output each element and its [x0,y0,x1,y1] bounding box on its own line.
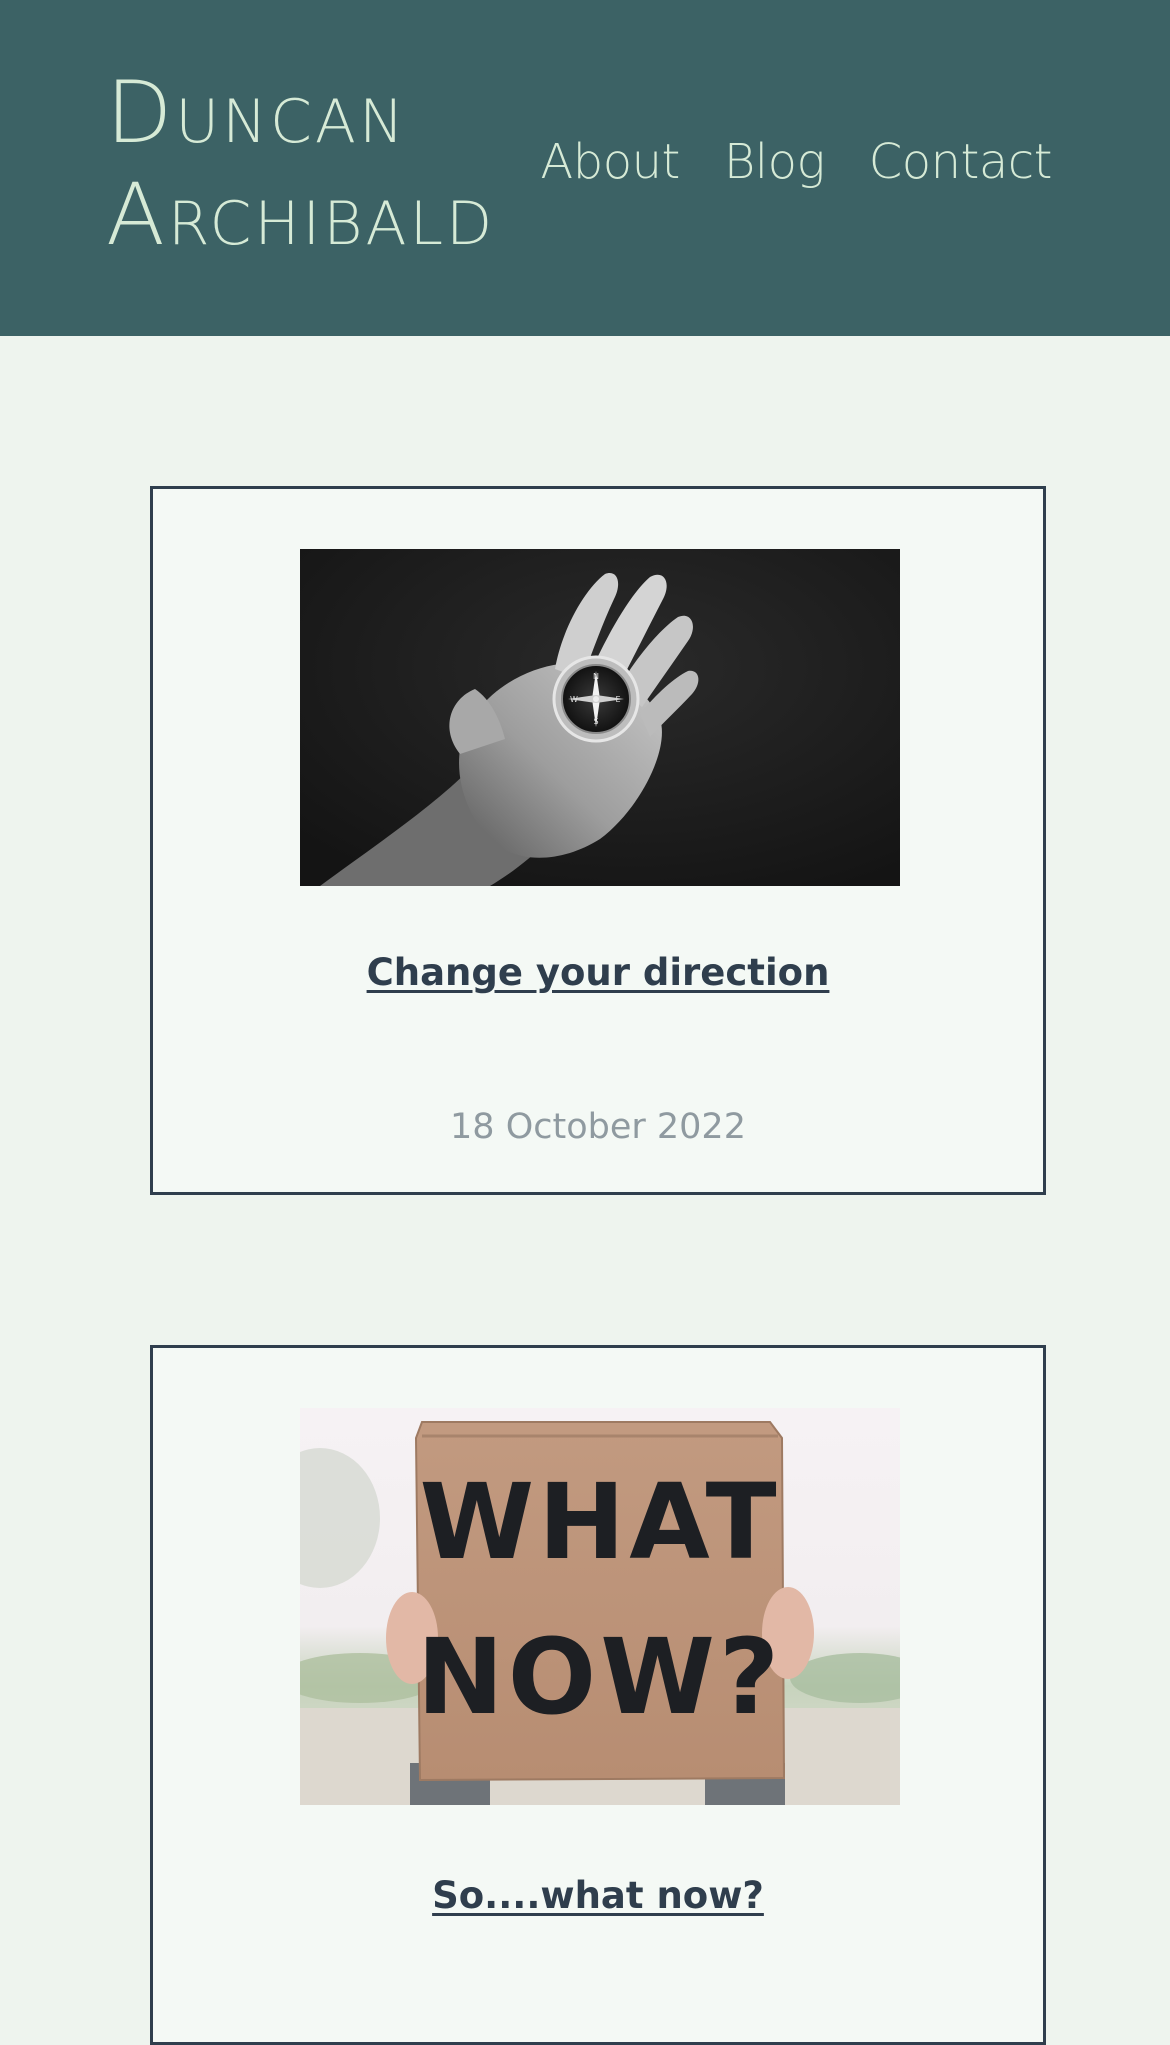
post-image-link[interactable]: N E S W [300,549,900,886]
site-header: Duncan Archibald About Blog Contact [0,0,1170,336]
svg-text:W: W [570,695,578,704]
svg-text:S: S [593,717,598,726]
main-nav: About Blog Contact [540,132,1052,192]
svg-text:E: E [615,695,620,704]
post-image-link[interactable]: WHAT NOW? [300,1408,900,1805]
post-title-link[interactable]: Change your direction [153,951,1043,994]
nav-contact-link[interactable]: Contact [869,132,1053,192]
nav-about-link[interactable]: About [540,132,680,192]
sign-text-line-1: WHAT [419,1461,780,1583]
post-title-link[interactable]: So....what now? [153,1874,1043,1917]
site-title-line-1: Duncan [106,63,407,163]
svg-text:N: N [593,672,599,681]
post-card: N E S W Change your direction 18 October… [150,486,1046,1195]
sign-text-line-2: NOW? [417,1616,784,1738]
what-now-sign-image: WHAT NOW? [300,1408,900,1805]
post-card: WHAT NOW? So....what now? [150,1345,1046,2045]
compass-in-hand-image: N E S W [300,549,900,886]
post-date: 18 October 2022 [450,1107,746,1147]
site-title-line-2: Archibald [106,165,496,265]
nav-blog-link[interactable]: Blog [724,132,825,192]
site-title-link[interactable]: Duncan Archibald [106,62,526,266]
